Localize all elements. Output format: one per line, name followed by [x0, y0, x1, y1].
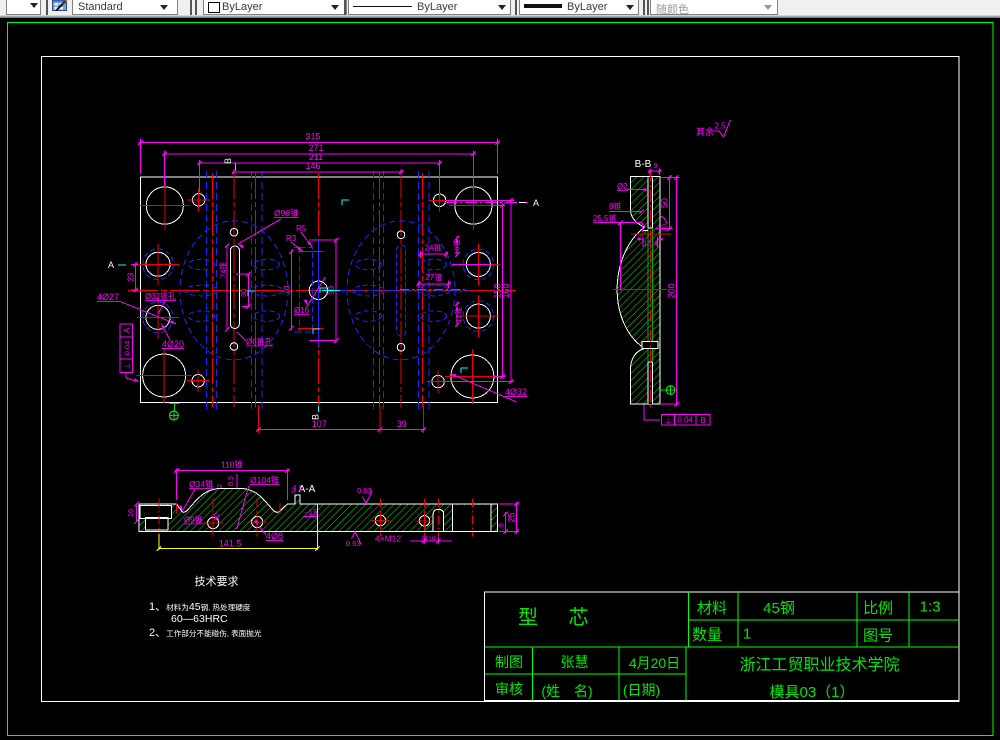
svg-text:20: 20 — [662, 224, 669, 232]
svg-text:R3: R3 — [286, 234, 297, 243]
svg-text:审核: 审核 — [495, 681, 523, 697]
svg-text:(姓 名): (姓 名) — [541, 683, 592, 699]
svg-text:10锥: 10锥 — [452, 239, 462, 255]
svg-text:B: B — [700, 416, 705, 425]
svg-text:Ø2: Ø2 — [617, 182, 628, 191]
svg-text:技术要求: 技术要求 — [195, 575, 239, 588]
svg-text:1:3: 1:3 — [920, 599, 941, 616]
svg-text:浙江工贸职业技术学院: 浙江工贸职业技术学院 — [739, 656, 899, 674]
svg-text:模具03（1）: 模具03（1） — [769, 684, 854, 701]
svg-text:B: B — [311, 414, 321, 420]
svg-text:1: 1 — [743, 626, 751, 643]
svg-text:25.5锥: 25.5锥 — [593, 213, 617, 223]
svg-text:0.63: 0.63 — [357, 486, 372, 495]
svg-text:深15: 深15 — [421, 535, 436, 544]
svg-text:2、工作部分不能碰伤, 表面抛光: 2、工作部分不能碰伤, 表面抛光 — [149, 627, 262, 639]
svg-text:70: 70 — [282, 285, 291, 294]
svg-text:B-B: B-B — [635, 159, 652, 170]
svg-text:200: 200 — [666, 283, 676, 298]
svg-text:2: 2 — [217, 484, 224, 488]
svg-text:1、材料为45钢, 热处理硬度: 1、材料为45钢, 热处理硬度 — [149, 601, 251, 613]
svg-text:110锥: 110锥 — [221, 460, 244, 470]
svg-text:23: 23 — [127, 272, 136, 281]
svg-text:Ø32锥孔: Ø32锥孔 — [145, 291, 176, 301]
svg-text:4×M12: 4×M12 — [375, 534, 401, 544]
svg-text:4Ø32: 4Ø32 — [505, 387, 527, 397]
svg-text:4Ø27: 4Ø27 — [97, 292, 119, 302]
svg-text:比例: 比例 — [863, 600, 893, 617]
svg-text:9: 9 — [654, 163, 658, 170]
svg-text:27锥: 27锥 — [425, 272, 442, 282]
svg-text:数量: 数量 — [692, 627, 722, 644]
svg-text:B: B — [223, 158, 233, 164]
svg-text:0.04: 0.04 — [677, 416, 693, 425]
svg-text:30: 30 — [239, 289, 248, 297]
svg-text:0.04: 0.04 — [123, 341, 132, 356]
svg-text:315: 315 — [305, 132, 320, 142]
svg-text:材料: 材料 — [697, 600, 727, 617]
svg-text:Ø96锥: Ø96锥 — [274, 208, 299, 218]
svg-text:型: 型 — [518, 606, 538, 629]
svg-text:Ø34锥: Ø34锥 — [189, 479, 214, 489]
svg-text:A: A — [533, 198, 539, 208]
svg-text:4Ø20: 4Ø20 — [162, 339, 184, 349]
svg-text:50: 50 — [660, 198, 670, 208]
svg-text:⊥: ⊥ — [123, 362, 132, 369]
svg-text:⎯15: ⎯15 — [305, 508, 318, 517]
svg-text:A-A: A-A — [299, 484, 316, 495]
svg-text:A: A — [108, 260, 114, 270]
svg-text:Ø6锥孔: Ø6锥孔 — [246, 337, 273, 347]
svg-text:R5: R5 — [296, 224, 307, 233]
svg-text:A: A — [123, 327, 132, 333]
svg-text:⊥: ⊥ — [665, 416, 672, 425]
svg-text:13.4: 13.4 — [643, 239, 658, 248]
svg-text:芯: 芯 — [569, 606, 589, 629]
svg-text:0.63: 0.63 — [346, 539, 361, 548]
svg-text:Ø16: Ø16 — [294, 306, 310, 315]
svg-text:25: 25 — [507, 513, 517, 523]
svg-text:Ø104锥: Ø104锥 — [250, 475, 280, 485]
svg-text:Ø9锥: Ø9锥 — [184, 515, 203, 525]
svg-text:74锥: 74锥 — [218, 262, 228, 278]
svg-text:16: 16 — [126, 509, 135, 517]
svg-text:4Ø8: 4Ø8 — [266, 531, 283, 541]
svg-text:图号: 图号 — [863, 628, 893, 645]
svg-text:(日期): (日期) — [623, 682, 660, 698]
svg-text:0.5: 0.5 — [228, 476, 235, 486]
svg-text:45钢: 45钢 — [763, 600, 795, 617]
svg-text:4月20日: 4月20日 — [629, 655, 680, 671]
svg-text:其余: 其余 — [696, 126, 714, 137]
svg-text:12锥: 12锥 — [453, 307, 463, 323]
svg-text:141.5: 141.5 — [219, 539, 242, 549]
svg-text:160: 160 — [501, 283, 511, 298]
svg-text:60—63HRC: 60—63HRC — [171, 613, 228, 625]
svg-text:146: 146 — [305, 161, 320, 171]
svg-text:5: 5 — [499, 523, 506, 527]
svg-text:8锥: 8锥 — [609, 201, 621, 211]
svg-text:24锥: 24锥 — [425, 243, 442, 253]
svg-text:张慧: 张慧 — [561, 654, 589, 670]
svg-text:2.5: 2.5 — [715, 122, 727, 131]
svg-text:39: 39 — [397, 419, 407, 429]
svg-text:制图: 制图 — [495, 654, 523, 670]
svg-text:30: 30 — [214, 513, 221, 521]
